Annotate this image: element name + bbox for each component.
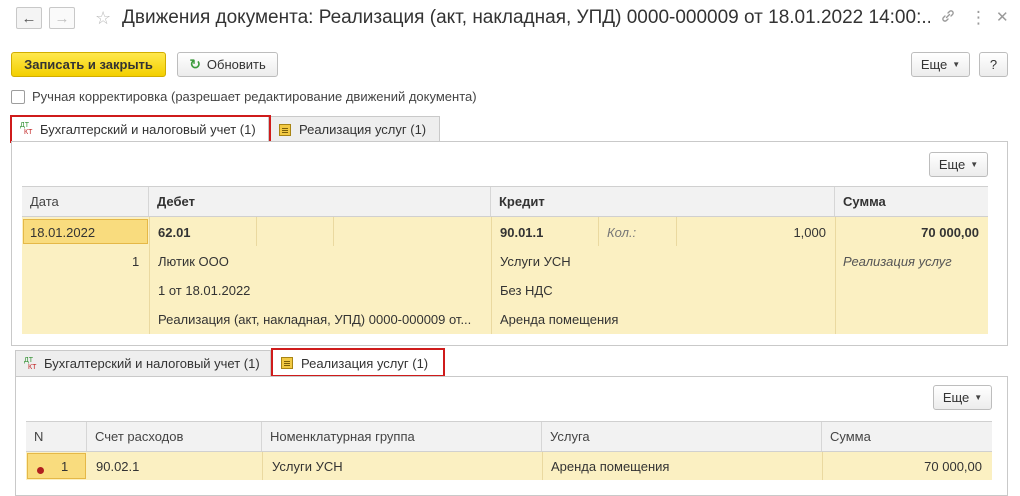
forward-arrow-icon: → [54, 9, 70, 27]
tab-services-label: Реализация услуг (1) [301, 355, 429, 371]
entry-content: Реализация услуг [843, 254, 952, 269]
refresh-icon: ↻ [189, 56, 201, 72]
services-grid-header: N Счет расходов Номенклатурная группа Ус… [26, 421, 992, 452]
credit-subconto-1: Услуги УСН [500, 254, 571, 269]
column-header-n[interactable]: N [26, 422, 87, 451]
link-icon[interactable] [940, 8, 956, 30]
credit-subconto-3: Аренда помещения [500, 312, 619, 327]
column-header-product-group[interactable]: Номенклатурная группа [262, 422, 542, 451]
back-button[interactable]: ← [16, 7, 42, 29]
debit-subconto-1: Лютик ООО [158, 254, 229, 269]
accounting-more-button[interactable]: Еще ▼ [929, 152, 988, 177]
column-header-date[interactable]: Дата [22, 187, 149, 216]
column-header-credit[interactable]: Кредит [491, 187, 835, 216]
register-icon [281, 357, 293, 369]
debit-account: 62.01 [158, 225, 191, 240]
dt-kt-icon: ДТ КТ [20, 122, 33, 136]
debit-subconto-3: Реализация (акт, накладная, УПД) 0000-00… [158, 312, 472, 327]
services-more-button[interactable]: Еще ▼ [933, 385, 992, 410]
more-button[interactable]: Еще ▼ [911, 52, 970, 77]
tab-accounting[interactable]: ДТ КТ Бухгалтерский и налоговый учет (1) [11, 115, 269, 142]
refresh-label: Обновить [206, 57, 266, 72]
column-header-service[interactable]: Услуга [542, 422, 822, 451]
column-header-amount[interactable]: Сумма [822, 422, 992, 451]
accounting-grid-header: Дата Дебет Кредит Сумма [22, 186, 988, 217]
tab-accounting-label: Бухгалтерский и налоговый учет (1) [44, 356, 260, 371]
refresh-button[interactable]: ↻ Обновить [177, 52, 278, 77]
star-icon[interactable]: ☆ [95, 7, 111, 29]
manual-correction-label: Ручная корректировка (разрешает редактир… [32, 89, 477, 104]
back-arrow-icon: ← [21, 9, 37, 27]
save-and-close-button[interactable]: Записать и закрыть [11, 52, 166, 77]
tab-accounting-2[interactable]: ДТ КТ Бухгалтерский и налоговый учет (1) [15, 350, 271, 376]
row-marker-icon [37, 462, 44, 477]
chevron-down-icon: ▼ [970, 160, 979, 169]
tab-accounting-label: Бухгалтерский и налоговый учет (1) [40, 121, 256, 137]
entry-number: 1 [132, 254, 140, 269]
selected-n-cell[interactable] [27, 453, 86, 479]
service-row-number: 1 [61, 459, 69, 474]
dt-kt-icon: ДТ КТ [24, 356, 37, 371]
credit-qty-label: Кол.: [607, 225, 637, 240]
entry-amount: 70 000,00 [921, 225, 979, 240]
chevron-down-icon: ▼ [952, 60, 961, 69]
more-label: Еще [938, 157, 966, 172]
column-header-amount[interactable]: Сумма [835, 187, 988, 216]
tab-services[interactable]: Реализация услуг (1) [270, 116, 440, 142]
credit-account: 90.01.1 [500, 225, 544, 240]
column-header-expense-account[interactable]: Счет расходов [87, 422, 262, 451]
service-product-group: Услуги УСН [272, 459, 343, 474]
credit-qty: 1,000 [793, 225, 826, 240]
manual-correction-checkbox[interactable] [11, 90, 25, 104]
credit-subconto-2: Без НДС [500, 283, 553, 298]
window-title: Движения документа: Реализация (акт, нак… [122, 7, 930, 28]
close-icon[interactable]: ✕ [996, 8, 1009, 28]
service-amount: 70 000,00 [924, 459, 982, 474]
column-header-debit[interactable]: Дебет [149, 187, 491, 216]
entry-date: 18.01.2022 [30, 225, 96, 240]
service-expense-account: 90.02.1 [96, 459, 140, 474]
service-name: Аренда помещения [551, 459, 670, 474]
more-vert-icon[interactable]: ⋮ [970, 8, 987, 28]
tab-services-2[interactable]: Реализация услуг (1) [272, 349, 445, 376]
more-label: Еще [942, 390, 970, 405]
register-icon [279, 123, 291, 136]
debit-subconto-2: 1 от 18.01.2022 [158, 283, 251, 298]
forward-button[interactable]: → [49, 7, 75, 29]
tab-services-label: Реализация услуг (1) [299, 122, 427, 137]
chevron-down-icon: ▼ [974, 393, 983, 402]
help-button[interactable]: ? [979, 52, 1008, 77]
more-label: Еще [920, 57, 948, 72]
